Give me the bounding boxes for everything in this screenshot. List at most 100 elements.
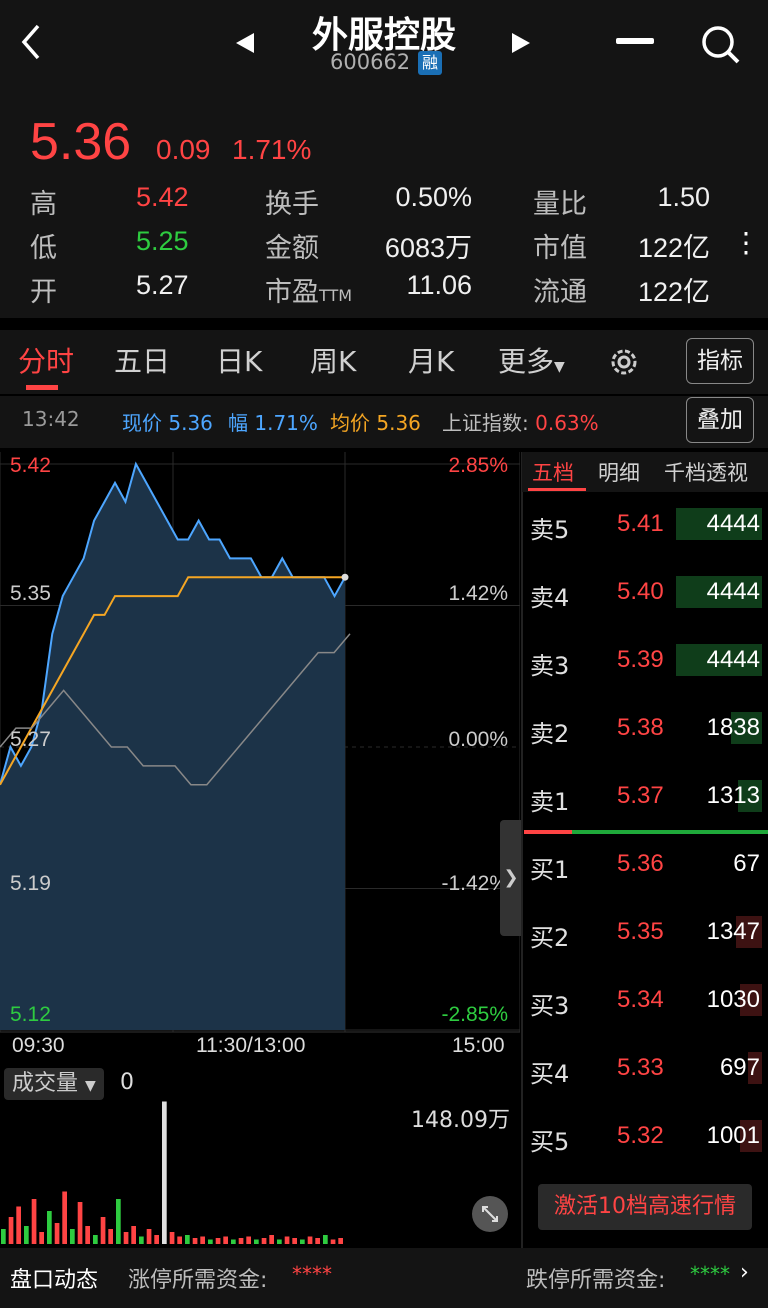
minus-icon[interactable] xyxy=(616,38,654,44)
volume-bar xyxy=(77,1202,83,1244)
tab-weekly-k[interactable]: 周K xyxy=(310,340,356,380)
y-right-tick: -1.42% xyxy=(441,872,508,895)
level-volume: 1313 xyxy=(706,782,760,809)
y-right-tick: 1.42% xyxy=(448,582,508,605)
time-label: 13:42 xyxy=(22,407,80,431)
fullscreen-icon[interactable] xyxy=(472,1196,508,1232)
bid-row[interactable]: 买4 5.33 697 xyxy=(522,1040,768,1100)
open-value: 5.27 xyxy=(136,270,189,300)
tab-intraday[interactable]: 分时 xyxy=(18,340,74,380)
overlay-button[interactable]: 叠加 xyxy=(686,397,754,443)
level-price: 5.33 xyxy=(617,1054,664,1081)
high-value: 5.42 xyxy=(136,182,189,212)
volume-bar xyxy=(231,1239,236,1244)
pe-label-text: 市盈 xyxy=(265,277,319,308)
volume-bar xyxy=(261,1238,267,1244)
level-label: 卖5 xyxy=(530,516,570,544)
level-price: 5.40 xyxy=(617,578,664,605)
chevron-right-icon[interactable]: › xyxy=(740,1260,749,1285)
limit-up-label: 涨停所需资金: xyxy=(128,1268,268,1293)
volume-bar xyxy=(200,1236,205,1244)
ask-row[interactable]: 卖3 5.39 4444 xyxy=(522,632,768,692)
bid-row[interactable]: 买5 5.32 1001 xyxy=(522,1108,768,1168)
tab-details[interactable]: 明细 xyxy=(598,457,640,487)
tab-five-level[interactable]: 五档 xyxy=(532,457,574,487)
limit-up-value: **** xyxy=(292,1262,332,1286)
index-change: 上证指数: 0.63% xyxy=(442,407,599,436)
y-right-tick: 2.85% xyxy=(448,454,508,477)
index-value: 0.63% xyxy=(535,411,599,435)
volume-bar xyxy=(269,1235,274,1244)
gear-icon[interactable] xyxy=(606,344,642,380)
tab-daily-k[interactable]: 日K xyxy=(216,340,262,380)
ask-row[interactable]: 卖1 5.37 1313 xyxy=(522,768,768,828)
volume-bar xyxy=(108,1229,113,1244)
activate-level10-button[interactable]: 激活10档高速行情 xyxy=(538,1184,752,1230)
bid-row[interactable]: 买1 5.36 67 xyxy=(522,836,768,896)
tab-depth[interactable]: 千档透视 xyxy=(664,457,748,487)
avg-label: 均价 xyxy=(330,411,370,435)
volume-bar xyxy=(284,1236,290,1244)
ask-row[interactable]: 卖5 5.41 4444 xyxy=(522,496,768,556)
volume-bar xyxy=(139,1236,144,1244)
level-volume: 4444 xyxy=(706,510,760,537)
level-price: 5.37 xyxy=(617,782,664,809)
volume-bar xyxy=(323,1235,328,1244)
level-label: 卖1 xyxy=(530,788,570,816)
y-right-tick: 0.00% xyxy=(448,728,508,751)
vol-ratio-value: 1.50 xyxy=(657,182,710,212)
dropdown-icon: ▼ xyxy=(554,359,565,375)
y-left-tick: 5.12 xyxy=(10,1003,51,1026)
y-left-tick: 5.27 xyxy=(10,728,51,751)
level-label: 买5 xyxy=(530,1128,570,1156)
level-label: 买1 xyxy=(530,856,570,884)
vol-ratio-label: 量比 xyxy=(533,189,587,220)
ask-bid-divider-red xyxy=(524,830,572,834)
volume-bar xyxy=(8,1217,14,1244)
tab-more[interactable]: 更多▼ xyxy=(498,340,565,380)
amp-label: 幅 xyxy=(228,411,248,435)
amount-label: 金额 xyxy=(265,233,319,264)
panel-dynamics-link[interactable]: 盘口动态 xyxy=(10,1262,98,1294)
mktcap-label: 市值 xyxy=(533,233,587,264)
ask-row[interactable]: 卖2 5.38 1838 xyxy=(522,700,768,760)
volume-bar xyxy=(31,1199,37,1244)
ask-row[interactable]: 卖4 5.40 4444 xyxy=(522,564,768,624)
now-value: 5.36 xyxy=(168,411,213,435)
tab-five-day[interactable]: 五日 xyxy=(114,340,170,380)
price-change-pct: 1.71% xyxy=(232,134,312,165)
volume-bar xyxy=(123,1232,129,1244)
last-price-dot xyxy=(341,573,349,581)
now-label: 现价 xyxy=(122,411,162,435)
level-label: 卖2 xyxy=(530,720,570,748)
level-price: 5.35 xyxy=(617,918,664,945)
indicator-button[interactable]: 指标 xyxy=(686,338,754,384)
pe-label: 市盈TTM xyxy=(265,270,352,309)
level-label: 买3 xyxy=(530,992,570,1020)
volume-bar xyxy=(185,1235,190,1244)
amplitude: 幅 1.71% xyxy=(228,407,318,436)
volume-bar xyxy=(307,1236,313,1244)
tab-more-label: 更多 xyxy=(498,345,555,378)
low-label: 低 xyxy=(30,233,57,264)
bid-row[interactable]: 买3 5.34 1030 xyxy=(522,972,768,1032)
more-options-icon[interactable]: ⋮ xyxy=(732,226,760,259)
turnover-label: 换手 xyxy=(265,189,319,220)
limit-down-label: 跌停所需资金: xyxy=(526,1268,666,1293)
mktcap-value: 122亿 xyxy=(637,233,710,263)
level-volume: 697 xyxy=(719,1054,760,1081)
level-volume: 1001 xyxy=(706,1122,760,1149)
turnover-value: 0.50% xyxy=(395,182,472,212)
volume-bar xyxy=(1,1229,6,1244)
volume-bar xyxy=(169,1232,175,1244)
float-label: 流通 xyxy=(533,277,587,308)
expand-orderbook-handle[interactable]: ❯ xyxy=(500,820,522,936)
search-icon[interactable] xyxy=(700,24,742,66)
tab-monthly-k[interactable]: 月K xyxy=(408,340,454,380)
volume-bar xyxy=(24,1226,29,1244)
next-arrow-icon[interactable] xyxy=(510,32,532,54)
x-tick: 09:30 xyxy=(12,1034,65,1057)
bid-row[interactable]: 买2 5.35 1347 xyxy=(522,904,768,964)
level-price: 5.41 xyxy=(617,510,664,537)
volume-bar xyxy=(192,1238,198,1244)
